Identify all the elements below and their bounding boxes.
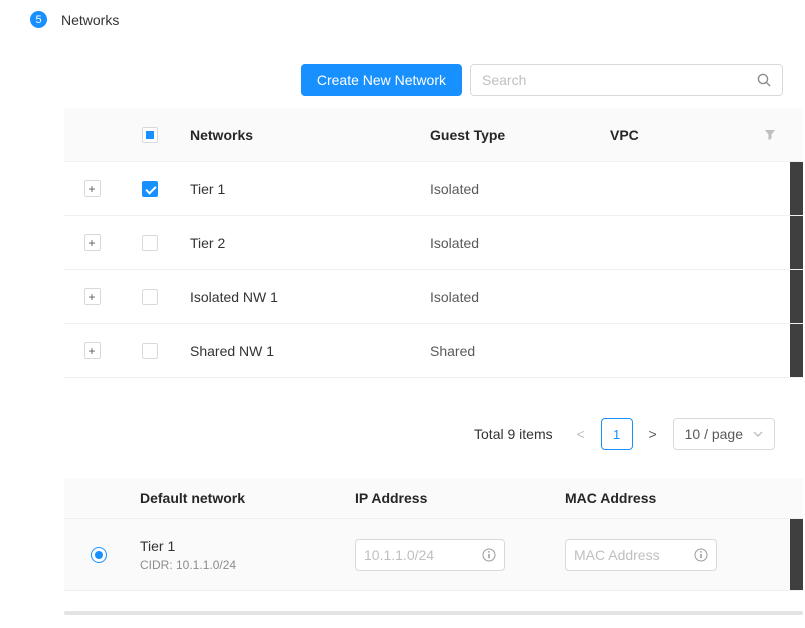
network-name: Tier 2: [180, 235, 420, 251]
table-scrollbar-corner: [790, 478, 803, 518]
networks-table: Networks Guest Type VPC + Tier 1 Isolate…: [64, 108, 803, 378]
column-header-guest-type: Guest Type: [420, 127, 600, 143]
toolbar: Create New Network: [64, 64, 803, 96]
expand-row-button[interactable]: +: [84, 180, 101, 197]
table-scrollbar-corner: [790, 108, 803, 161]
default-network-radio[interactable]: [91, 547, 107, 563]
horizontal-scrollbar[interactable]: [64, 611, 803, 615]
default-network-row: Tier 1 CIDR: 10.1.1.0/24: [64, 519, 803, 591]
default-network-name: Tier 1: [140, 538, 349, 554]
table-row: + Tier 2 Isolated: [64, 216, 803, 270]
step-header: 5 Networks: [0, 0, 805, 28]
column-header-ip-address: IP Address: [349, 490, 559, 506]
search-input[interactable]: [482, 72, 757, 88]
pagination: Total 9 items < 1 > 10 / page: [64, 418, 803, 450]
row-checkbox[interactable]: [142, 235, 158, 251]
pagination-total: Total 9 items: [474, 426, 553, 442]
table-row: + Tier 1 Isolated: [64, 162, 803, 216]
networks-table-header: Networks Guest Type VPC: [64, 108, 803, 162]
guest-type-value: Isolated: [420, 235, 600, 251]
pagination-prev-icon[interactable]: <: [569, 418, 593, 450]
search-icon[interactable]: [757, 73, 771, 87]
step-content: Create New Network Networks Guest Type V…: [64, 64, 803, 615]
table-scrollbar-thumb[interactable]: [790, 270, 803, 323]
default-network-table: Default network IP Address MAC Address T…: [64, 478, 803, 591]
expand-row-button[interactable]: +: [84, 342, 101, 359]
pagination-page-1[interactable]: 1: [601, 418, 633, 450]
page-size-value: 10 / page: [685, 426, 743, 442]
step-number-badge: 5: [30, 11, 47, 28]
row-checkbox[interactable]: [142, 181, 158, 197]
ip-address-field[interactable]: [355, 539, 505, 571]
row-checkbox[interactable]: [142, 343, 158, 359]
guest-type-value: Shared: [420, 343, 600, 359]
column-header-vpc: VPC: [600, 127, 750, 143]
guest-type-value: Isolated: [420, 289, 600, 305]
table-scrollbar-thumb[interactable]: [790, 216, 803, 269]
column-header-mac-address: MAC Address: [559, 490, 790, 506]
ip-address-input[interactable]: [364, 547, 476, 563]
column-header-networks: Networks: [180, 127, 420, 143]
column-header-default-network: Default network: [134, 490, 349, 506]
network-name: Tier 1: [180, 181, 420, 197]
default-network-table-header: Default network IP Address MAC Address: [64, 478, 803, 519]
table-scrollbar-thumb[interactable]: [790, 324, 803, 377]
network-name: Shared NW 1: [180, 343, 420, 359]
mac-address-field[interactable]: [565, 539, 717, 571]
row-checkbox[interactable]: [142, 289, 158, 305]
table-scrollbar-thumb[interactable]: [790, 162, 803, 215]
create-new-network-button[interactable]: Create New Network: [301, 64, 462, 96]
table-scrollbar-thumb[interactable]: [790, 519, 803, 590]
mac-address-input[interactable]: [574, 547, 688, 563]
info-icon[interactable]: [482, 548, 496, 562]
expand-row-button[interactable]: +: [84, 288, 101, 305]
chevron-down-icon: [753, 431, 763, 437]
page-size-select[interactable]: 10 / page: [673, 418, 775, 450]
expand-row-button[interactable]: +: [84, 234, 101, 251]
filter-icon[interactable]: [750, 129, 790, 141]
table-row: + Isolated NW 1 Isolated: [64, 270, 803, 324]
guest-type-value: Isolated: [420, 181, 600, 197]
step-title: Networks: [61, 12, 119, 28]
table-row: + Shared NW 1 Shared: [64, 324, 803, 378]
select-all-checkbox[interactable]: [142, 127, 158, 143]
info-icon[interactable]: [694, 548, 708, 562]
network-name: Isolated NW 1: [180, 289, 420, 305]
search-box[interactable]: [470, 64, 783, 96]
pagination-next-icon[interactable]: >: [641, 418, 665, 450]
default-network-cidr: CIDR: 10.1.1.0/24: [140, 558, 349, 572]
